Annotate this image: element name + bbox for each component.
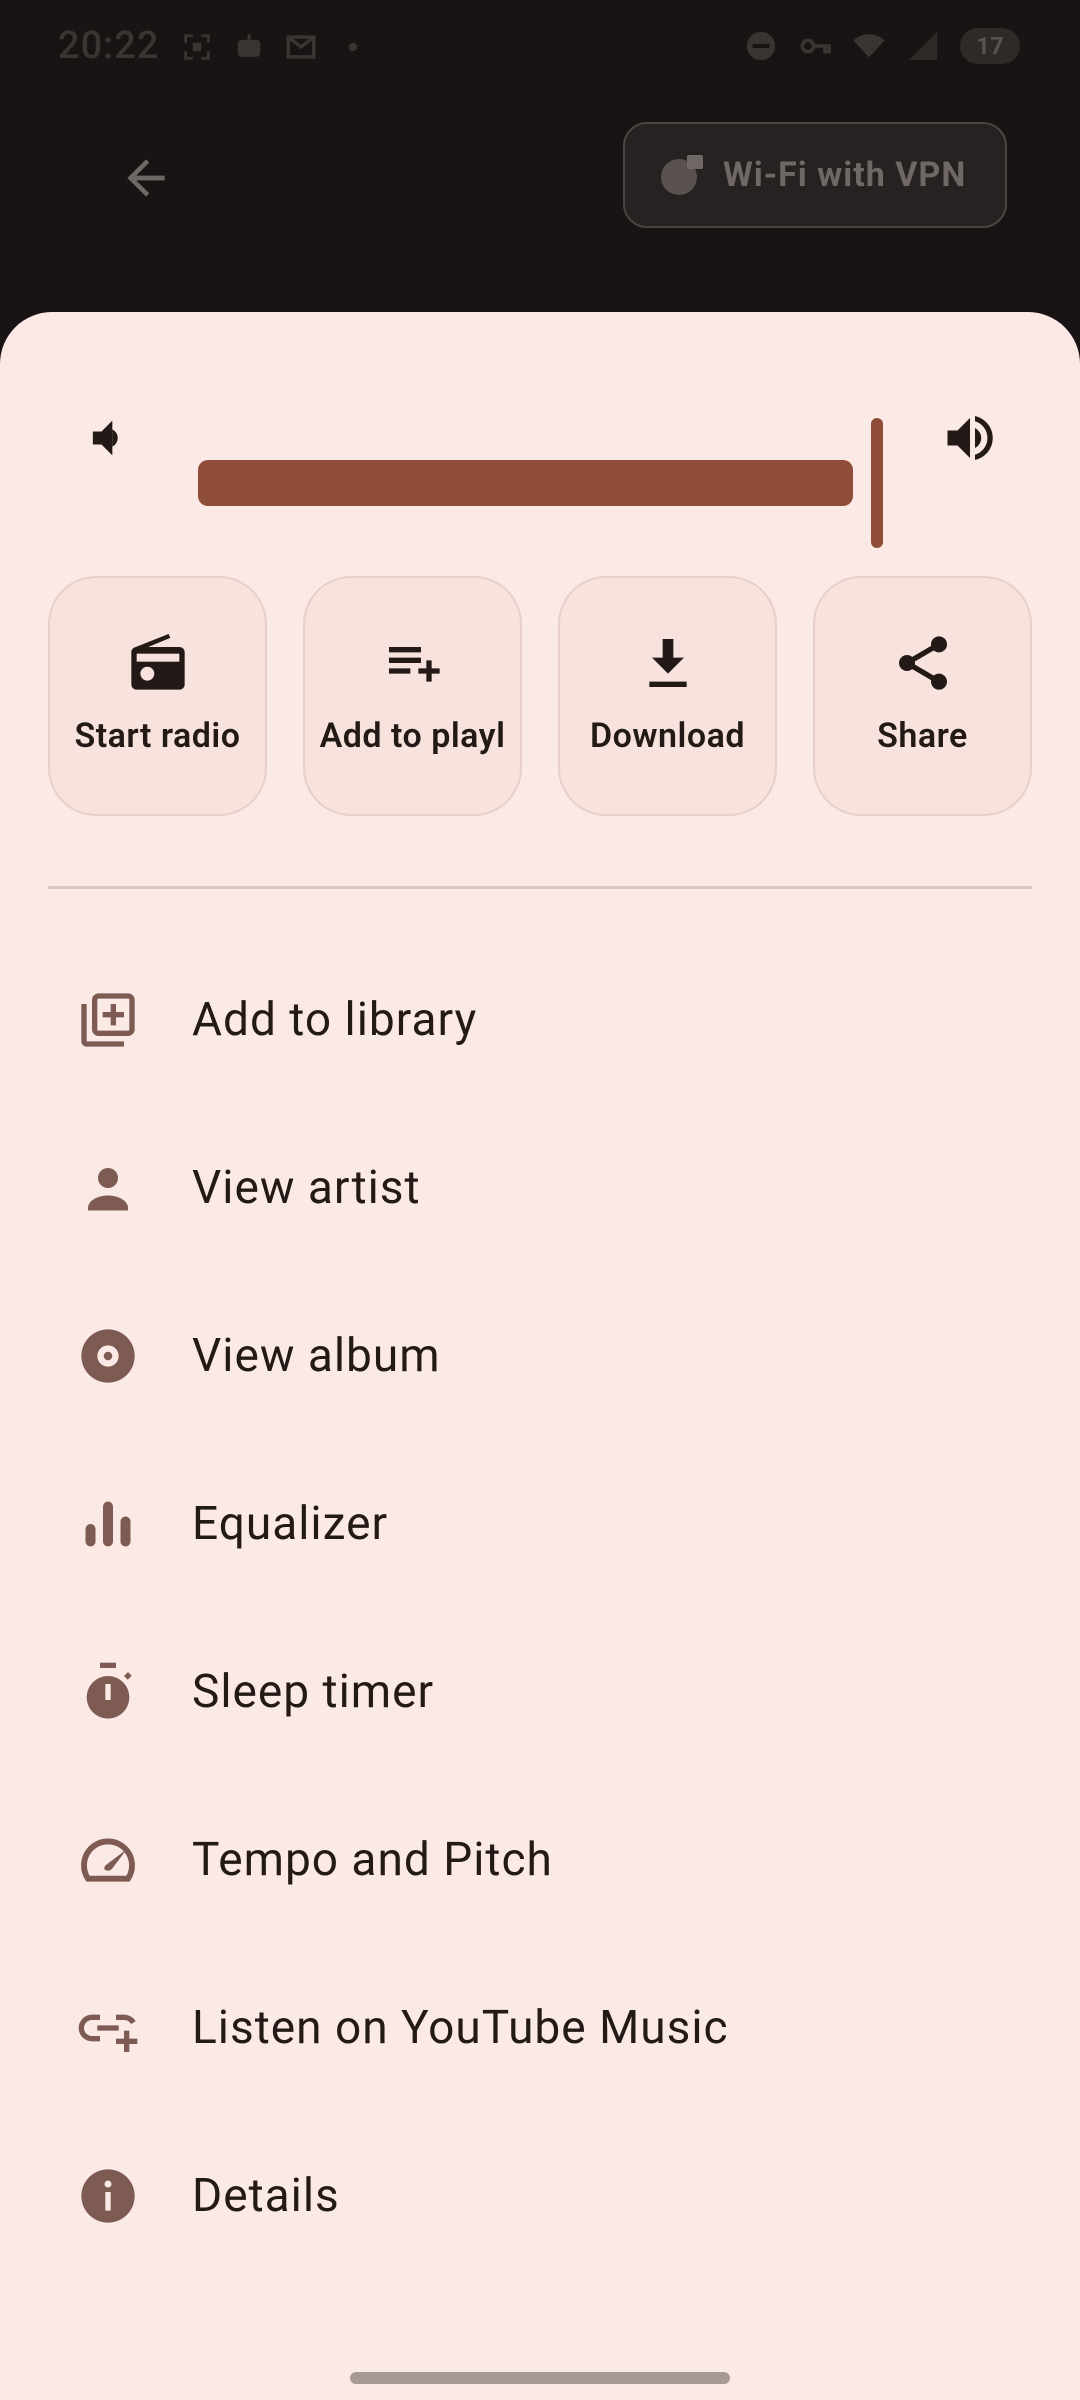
share-button[interactable]: Share [813,576,1032,816]
link-add-icon [78,2014,138,2052]
options-menu: Add to library View artist View album Eq… [0,936,1080,2280]
vpn-chip-label: Wi-Fi with VPN [723,155,967,195]
battery-indicator: 17 [960,28,1020,64]
menu-item-add-to-library[interactable]: Add to library [0,936,1080,1104]
robot-icon [237,34,261,57]
share-label: Share [877,716,968,756]
download-icon [648,639,687,687]
menu-item-listen-on-youtube-music[interactable]: Listen on YouTube Music [0,1944,1080,2112]
quick-actions: Start radio Add to playl Download Share [48,576,1032,816]
arrow-back-icon [127,159,165,197]
person-icon [88,1168,128,1211]
status-notification-icons [180,30,370,64]
status-system-icons: 17 [744,28,1020,64]
menu-label: Tempo and Pitch [192,1833,553,1887]
volume-slider-track[interactable] [198,460,853,506]
volume-control [0,364,1080,548]
menu-item-details[interactable]: Details [0,2112,1080,2280]
download-button[interactable]: Download [558,576,777,816]
start-radio-label: Start radio [74,716,241,756]
gmail-icon [286,35,316,59]
menu-label: Add to library [192,993,478,1047]
start-radio-button[interactable]: Start radio [48,576,267,816]
volume-slider-thumb[interactable] [871,418,883,548]
vpn-status-chip[interactable]: Wi-Fi with VPN [623,122,1007,228]
timer-icon [86,1662,132,1719]
radio-icon [130,633,185,690]
do-not-disturb-icon [746,31,776,61]
menu-label: Sleep timer [192,1665,435,1719]
dot-icon [348,42,358,52]
menu-label: View artist [192,1161,421,1215]
menu-item-view-artist[interactable]: View artist [0,1104,1080,1272]
speed-icon [81,1838,135,1882]
menu-label: View album [192,1329,441,1383]
status-time: 20:22 [58,24,160,68]
menu-item-tempo-and-pitch[interactable]: Tempo and Pitch [0,1776,1080,1944]
song-options-sheet: Start radio Add to playl Download Share [0,312,1080,2400]
screenshot-icon [184,34,210,60]
divider [48,886,1032,889]
add-to-playlist-label: Add to playl [319,716,506,756]
wifi-icon [853,34,885,58]
info-icon [81,2169,135,2223]
menu-item-view-album[interactable]: View album [0,1272,1080,1440]
volume-up-icon [947,416,993,460]
menu-label: Details [192,2169,340,2223]
share-icon [898,636,947,690]
menu-label: Equalizer [192,1497,389,1551]
library-add-icon [81,993,135,1047]
download-label: Download [590,716,745,756]
status-bar: 20:22 17 [0,0,1080,100]
globe-lock-icon [661,155,703,195]
volume-down-icon [92,420,118,456]
vpn-key-icon [800,38,831,54]
menu-item-equalizer[interactable]: Equalizer [0,1440,1080,1608]
back-button[interactable] [108,140,184,216]
playlist-add-icon [388,647,440,682]
menu-item-sleep-timer[interactable]: Sleep timer [0,1608,1080,1776]
home-indicator[interactable] [350,2372,730,2384]
signal-icon [908,31,938,61]
menu-label: Listen on YouTube Music [192,2001,729,2055]
album-icon [81,1329,135,1383]
equalizer-icon [85,1501,131,1547]
add-to-playlist-button[interactable]: Add to playl [303,576,522,816]
